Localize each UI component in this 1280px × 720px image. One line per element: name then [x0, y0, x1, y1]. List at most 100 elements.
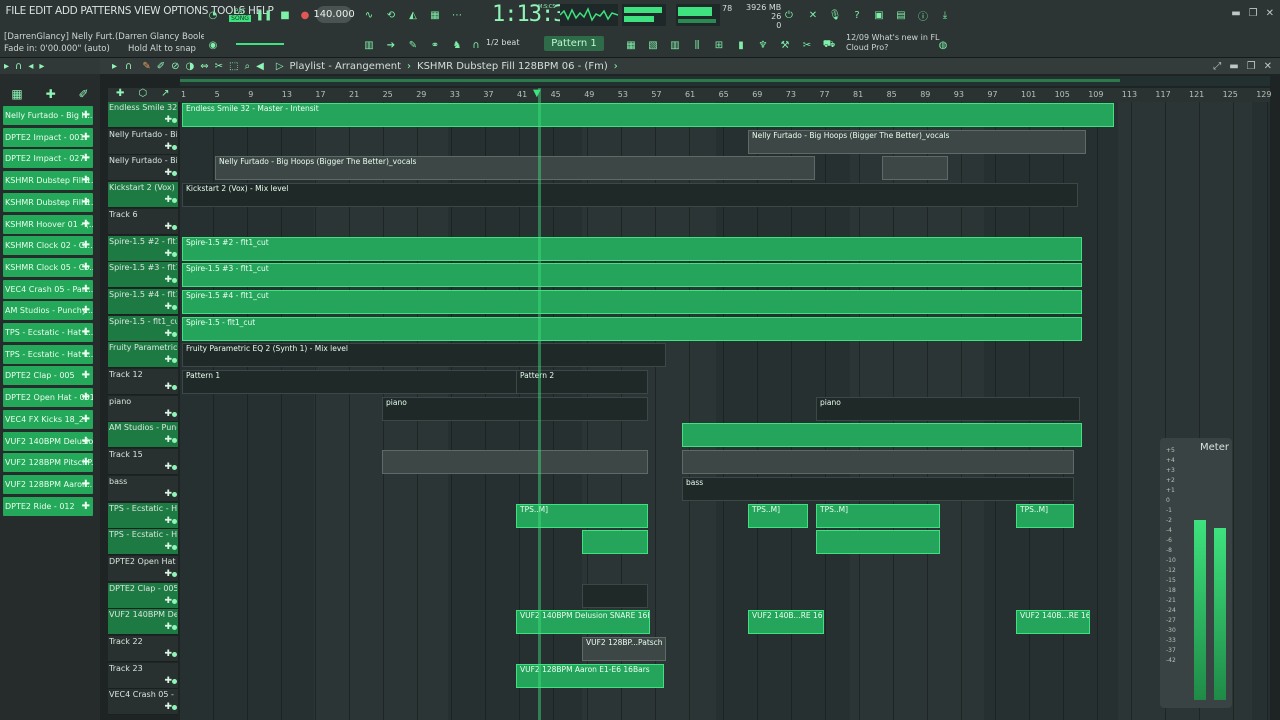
track-header[interactable]: Fruity Parametric... ✚	[108, 342, 178, 369]
track-add-icon[interactable]: ✚	[164, 622, 172, 632]
channel-button[interactable]: TPS - Ecstatic - Hat L... ✚	[3, 344, 93, 364]
cloud-icon[interactable]: ◍	[934, 34, 952, 56]
track-header[interactable]: AM Studios - Punc... ✚	[108, 422, 178, 449]
mic-icon[interactable]: 🎙	[826, 4, 844, 26]
track-mute-led[interactable]	[172, 331, 177, 337]
track-mute-led[interactable]	[172, 358, 177, 364]
headphones-tool-icon[interactable]: ∩	[125, 61, 132, 72]
channel-button[interactable]: VEC4 Crash 05 - Part... ✚	[3, 279, 93, 299]
track-mute-led[interactable]	[172, 491, 177, 497]
track-header[interactable]: VEC4 Crash 05 - Pa... ✚	[108, 689, 178, 716]
playlist-clip[interactable]: Endless Smile 32 - Master - Intensit	[182, 103, 1114, 127]
channel-button[interactable]: VEC4 FX Kicks 18_2 ✚	[3, 409, 93, 429]
track-add-icon[interactable]: ✚	[164, 435, 172, 445]
playhead[interactable]	[538, 88, 541, 720]
snap-value[interactable]: 1/2 beat	[486, 38, 519, 47]
channel-rack-icon[interactable]: ▧	[644, 34, 662, 56]
track-header[interactable]: Track 22 ✚	[108, 636, 178, 662]
channel-button[interactable]: KSHMR Clock 05 - Co... ✚	[3, 257, 93, 277]
playlist-clip[interactable]: TPS..M]	[516, 503, 648, 528]
track-header[interactable]: DPTE2 Open Hat -... ✚	[108, 555, 178, 582]
waveform-icon[interactable]: ∿	[360, 4, 378, 26]
tree-icon[interactable]: ⊞	[710, 34, 728, 56]
playlist-close-icon[interactable]: ✕	[1264, 61, 1272, 72]
pattern-selector[interactable]: Pattern 1	[544, 36, 604, 51]
track-add-icon[interactable]: ✚	[164, 596, 172, 606]
playlist-clip[interactable]	[682, 450, 1074, 475]
track-header[interactable]: Spire-1.5 #3 - flt1... ✚	[108, 262, 178, 289]
channel-button[interactable]: VUF2 128BPM Aaron... ✚	[3, 474, 93, 494]
playlist-restore-icon[interactable]: ⤢	[1213, 61, 1221, 72]
add-to-playlist-icon[interactable]: ✚	[82, 240, 90, 251]
add-to-playlist-icon[interactable]: ✚	[82, 501, 90, 512]
menu-view[interactable]: VIEW	[133, 5, 162, 17]
playlist-icon[interactable]: ▦	[622, 34, 640, 56]
news-panel[interactable]: 12/09 What's new in FL Cloud Pro?	[846, 33, 940, 53]
channel-button[interactable]: Nelly Furtado - Big H... ✚	[3, 106, 93, 125]
track-add-icon[interactable]: ✚	[164, 222, 172, 232]
lock-icon[interactable]: ⬡	[138, 88, 147, 102]
track-header[interactable]: Track 23 ✚	[108, 662, 178, 689]
track-add-icon[interactable]: ✚	[164, 462, 172, 472]
track-add-icon[interactable]: ✚	[164, 249, 172, 259]
channel-button[interactable]: DPTE2 Open Hat - 001 ✚	[3, 388, 93, 408]
menu-options[interactable]: OPTIONS	[162, 5, 210, 17]
channel-button[interactable]: KSHMR Hoover 01 - (... ✚	[3, 214, 93, 234]
playlist-clip[interactable]: piano	[816, 396, 1080, 421]
track-header[interactable]: Track 12 ✚	[108, 369, 178, 395]
track-mute-led[interactable]	[172, 278, 177, 284]
scissors-icon[interactable]: ✂	[798, 34, 816, 56]
metronome-icon[interactable]: ◭	[404, 4, 422, 26]
slip-tool-icon[interactable]: ⇔	[200, 61, 208, 72]
playlist-current-pattern[interactable]: KSHMR Dubstep Fill 128BPM 06 - (Fm)	[417, 61, 608, 72]
track-mute-led[interactable]	[172, 251, 177, 257]
track-add-icon[interactable]: ✚	[164, 516, 172, 526]
track-add-icon[interactable]: ✚	[164, 649, 172, 659]
playlist-clip[interactable]: VUF2 128BP...Patsch 8bar	[582, 637, 666, 661]
playlist-clip[interactable]	[682, 423, 1082, 448]
track-add-icon[interactable]: ✚	[164, 409, 172, 419]
track-mute-led[interactable]	[172, 545, 177, 551]
playlist-clip[interactable]: Spire-1.5 #3 - flt1_cut	[182, 263, 1082, 288]
wrench-icon[interactable]: ⚒	[776, 34, 794, 56]
add-to-playlist-icon[interactable]: ✚	[82, 414, 90, 425]
playlist-clip[interactable]: Spire-1.5 - flt1_cut	[182, 316, 1082, 341]
add-to-playlist-icon[interactable]: ✚	[82, 457, 90, 468]
channel-button[interactable]: DPTE2 Clap - 005 ✚	[3, 366, 93, 386]
snap-icon[interactable]: ↗	[161, 88, 169, 102]
minimize-icon[interactable]: ▬	[1231, 8, 1240, 19]
menu-edit[interactable]: EDIT	[27, 5, 53, 17]
master-volume-slider[interactable]	[236, 43, 284, 45]
track-mute-led[interactable]	[172, 652, 177, 657]
playlist-clip[interactable]	[816, 530, 940, 555]
slice-tool-icon[interactable]: ✂	[215, 61, 223, 72]
playlist-maximize-icon[interactable]: ❐	[1247, 61, 1256, 72]
loop-icon[interactable]: ⟲	[382, 4, 400, 26]
menu-add[interactable]: ADD	[53, 5, 78, 17]
track-mute-led[interactable]	[172, 304, 177, 310]
overview-strip[interactable]	[180, 76, 1270, 86]
track-header[interactable]: Track 6 ✚	[108, 208, 178, 235]
playhead-marker-icon[interactable]: ▼	[533, 88, 541, 99]
add-to-playlist-icon[interactable]: ✚	[82, 132, 90, 143]
track-add-icon[interactable]: ✚	[164, 275, 172, 285]
link-icon[interactable]: ⚭	[426, 34, 444, 56]
playlist-clip[interactable]: Spire-1.5 #4 - flt1_cut	[182, 289, 1082, 314]
add-to-playlist-icon[interactable]: ✚	[82, 110, 90, 121]
track-header[interactable]: Spire-1.5 - flt1_cut ✚	[108, 315, 178, 342]
arrow-icon[interactable]: ➔	[382, 34, 400, 56]
track-add-icon[interactable]: ✚	[164, 676, 172, 686]
channel-button[interactable]: KSHMR Dubstep Fill 1... ✚	[3, 171, 93, 191]
help-icon[interactable]: ?	[848, 4, 866, 26]
power-icon[interactable]: ⏻	[780, 4, 798, 26]
tempo-display[interactable]: 140.000	[313, 6, 355, 23]
draw-tool-icon[interactable]: ✎	[142, 61, 150, 72]
track-header[interactable]: TPS - Ecstatic - Ha... ✚	[108, 502, 178, 529]
track-mute-led[interactable]	[172, 118, 177, 123]
microphone-icon[interactable]: ♆	[754, 34, 772, 56]
add-to-playlist-icon[interactable]: ✚	[82, 219, 90, 230]
track-header[interactable]: bass ✚	[108, 475, 178, 502]
add-track-icon[interactable]: ✚	[116, 88, 124, 102]
playlist-clip[interactable]: bass	[682, 476, 1074, 501]
playlist-clip[interactable]: TPS..M]	[748, 503, 808, 528]
